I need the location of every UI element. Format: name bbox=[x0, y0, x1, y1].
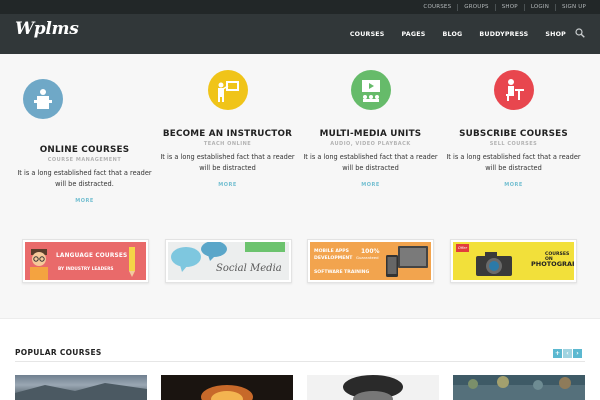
portrait-image bbox=[343, 375, 403, 400]
nav-shop[interactable]: SHOP bbox=[545, 31, 566, 38]
top-link-signup[interactable]: SIGN UP bbox=[555, 3, 592, 11]
nav-pages[interactable]: PAGES bbox=[402, 31, 426, 38]
feature-become-instructor: BECOME AN INSTRUCTOR TEACH ONLINE It is … bbox=[155, 129, 300, 188]
feature-subscribe-courses: SUBSCRIBE COURSES SELL COURSES It is a l… bbox=[441, 129, 586, 188]
banner-line: MOBILE APPS bbox=[314, 249, 349, 254]
instructor-board-icon bbox=[208, 70, 248, 110]
banner-social-media[interactable]: Social Media bbox=[165, 239, 292, 283]
feature-subtitle: AUDIO, VIDEO PLAYBACK bbox=[330, 141, 411, 147]
chevron-left-icon[interactable]: ‹ bbox=[563, 349, 572, 358]
badge-subtext: Guaranteed bbox=[356, 255, 379, 260]
explosion-image bbox=[201, 385, 253, 400]
nav-courses[interactable]: COURSES bbox=[350, 31, 385, 38]
feature-desc: It is a long established fact that a rea… bbox=[303, 153, 438, 172]
main-nav: COURSES PAGES BLOG BUDDYPRESS SHOP bbox=[333, 14, 566, 54]
banner-line: DEVELOPMENT bbox=[314, 256, 353, 261]
camera-icon bbox=[476, 252, 512, 276]
course-thumbnail[interactable] bbox=[453, 375, 585, 400]
student-desk-icon bbox=[494, 70, 534, 110]
course-thumbnail[interactable] bbox=[307, 375, 439, 400]
feature-subtitle: COURSE MANAGEMENT bbox=[47, 157, 122, 163]
feature-multimedia-units: MULTI-MEDIA UNITS AUDIO, VIDEO PLAYBACK … bbox=[298, 129, 443, 188]
top-link-login[interactable]: LOGIN bbox=[523, 3, 555, 11]
landscape-image bbox=[15, 383, 147, 400]
feature-title: BECOME AN INSTRUCTOR bbox=[162, 129, 293, 139]
pencil-icon bbox=[129, 247, 135, 277]
site-logo[interactable]: Wplms bbox=[15, 19, 79, 39]
feature-subtitle: TEACH ONLINE bbox=[203, 141, 252, 147]
video-screen-icon bbox=[351, 70, 391, 110]
top-link-groups[interactable]: GROUPS bbox=[457, 3, 494, 11]
feature-more-link[interactable]: MORE bbox=[441, 182, 586, 188]
nav-blog[interactable]: BLOG bbox=[442, 31, 462, 38]
course-thumbnail[interactable] bbox=[15, 375, 147, 400]
chevron-right-icon[interactable]: › bbox=[573, 349, 582, 358]
speech-bubbles-icon bbox=[168, 242, 289, 280]
feature-more-link[interactable]: MORE bbox=[298, 182, 443, 188]
top-links: COURSES GROUPS SHOP LOGIN SIGN UP bbox=[417, 0, 592, 14]
carousel-controls: + ‹ › bbox=[552, 349, 582, 358]
feature-desc: It is a long established fact that a rea… bbox=[17, 169, 152, 188]
banner-subtext: SOFTWARE TRAINING bbox=[314, 270, 370, 275]
popular-courses-title: POPULAR COURSES bbox=[15, 348, 102, 357]
feature-title: SUBSCRIBE COURSES bbox=[459, 129, 568, 139]
banner-text: LANGUAGE COURSES bbox=[56, 253, 128, 259]
top-bar: COURSES GROUPS SHOP LOGIN SIGN UP bbox=[0, 0, 600, 14]
devices-icon bbox=[386, 246, 428, 277]
lecture-podium-icon bbox=[23, 79, 63, 119]
course-thumbnail[interactable] bbox=[161, 375, 293, 400]
search-icon[interactable] bbox=[575, 28, 585, 38]
crowd-image bbox=[453, 376, 585, 400]
feature-desc: It is a long established fact that a rea… bbox=[446, 153, 581, 172]
feature-desc: It is a long established fact that a rea… bbox=[160, 153, 295, 172]
feature-more-link[interactable]: MORE bbox=[12, 198, 157, 204]
banner-subtext: BY INDUSTRY LEADERS bbox=[58, 267, 114, 272]
student-avatar-icon bbox=[30, 249, 48, 280]
banner-title: PHOTOGRAPHY bbox=[531, 260, 574, 268]
feature-title: ONLINE COURSES bbox=[39, 145, 130, 155]
badge-text: 100% bbox=[361, 248, 380, 255]
popular-title-underline bbox=[15, 361, 585, 362]
top-link-shop[interactable]: SHOP bbox=[494, 3, 524, 11]
feature-more-link[interactable]: MORE bbox=[155, 182, 300, 188]
banner-photography[interactable]: Offer COURSES ON PHOTOGRAPHY bbox=[450, 239, 577, 283]
banner-mobile-apps[interactable]: MOBILE APPS DEVELOPMENT 100% Guaranteed … bbox=[307, 239, 434, 283]
feature-title: MULTI-MEDIA UNITS bbox=[319, 129, 422, 139]
offer-tag: Offer bbox=[456, 244, 469, 252]
banner-text: MOBILE APPS DEVELOPMENT bbox=[314, 248, 352, 262]
nav-buddypress[interactable]: BUDDYPRESS bbox=[479, 31, 528, 38]
feature-subtitle: SELL COURSES bbox=[489, 141, 538, 147]
feature-online-courses: ONLINE COURSES COURSE MANAGEMENT It is a… bbox=[12, 145, 157, 204]
banner-text: Social Media bbox=[216, 263, 282, 274]
banner-language-courses[interactable]: LANGUAGE COURSES BY INDUSTRY LEADERS bbox=[22, 239, 149, 283]
expand-icon[interactable]: + bbox=[553, 349, 562, 358]
top-link-courses[interactable]: COURSES bbox=[417, 4, 457, 11]
